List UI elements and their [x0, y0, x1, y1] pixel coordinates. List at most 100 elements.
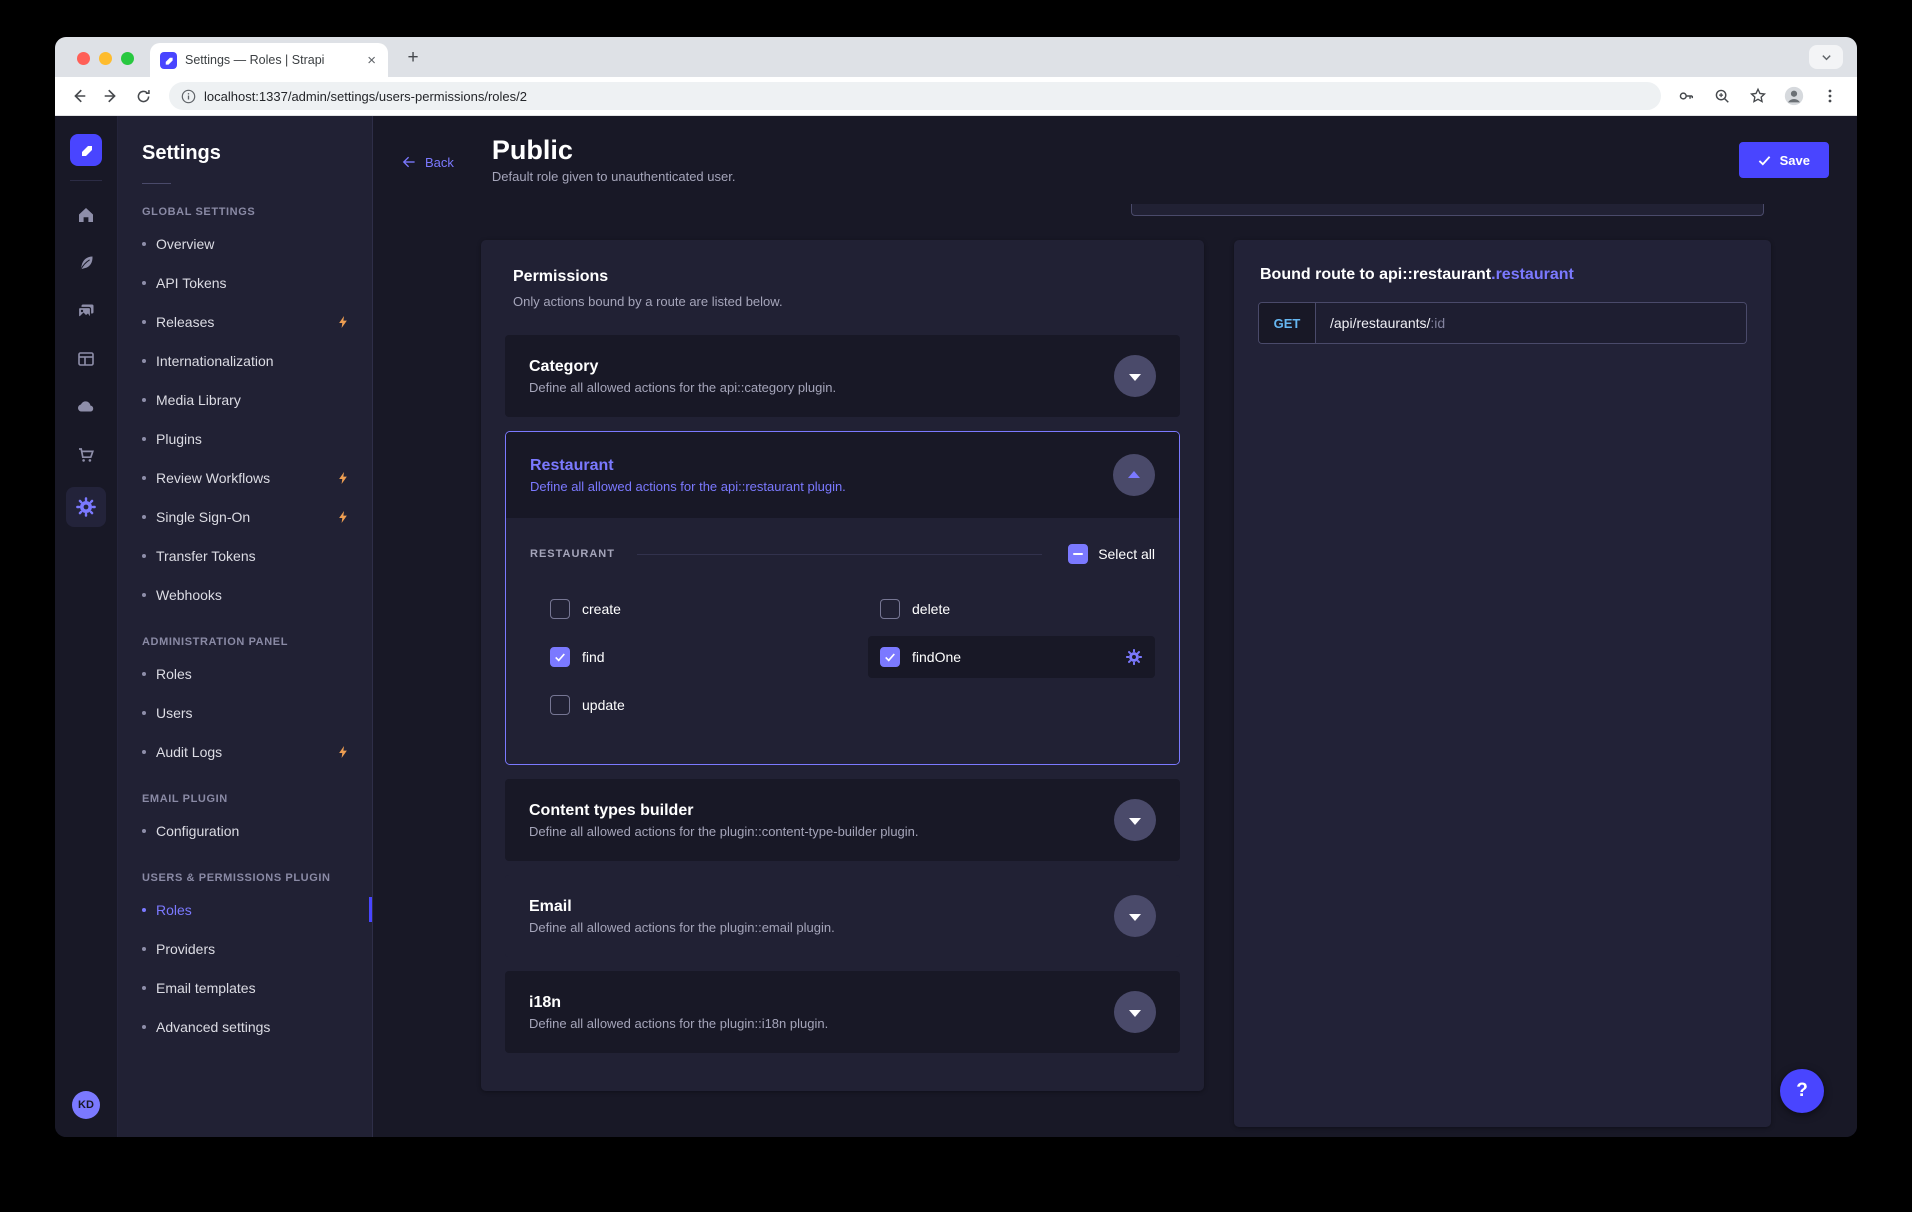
bullet-icon	[142, 672, 146, 676]
back-link[interactable]: Back	[401, 154, 454, 170]
findone-settings-gear-icon[interactable]	[1125, 648, 1143, 666]
strapi-logo[interactable]	[70, 134, 102, 166]
sidebar-item-transfer-tokens[interactable]: Transfer Tokens	[118, 536, 372, 575]
zoom-page-icon[interactable]	[1709, 82, 1735, 110]
browser-tab[interactable]: Settings — Roles | Strapi ×	[150, 43, 388, 77]
accordion-restaurant: Restaurant Define all allowed actions fo…	[505, 431, 1180, 765]
lightning-icon	[336, 745, 350, 759]
chevron-down-icon[interactable]	[1114, 895, 1156, 937]
http-method-badge: GET	[1259, 303, 1316, 343]
close-window-button[interactable]	[77, 52, 90, 65]
bullet-icon	[142, 515, 146, 519]
page-title: Public	[492, 136, 736, 166]
tab-title: Settings — Roles | Strapi	[185, 53, 357, 67]
browser-menu-icon[interactable]	[1817, 82, 1843, 110]
page-header: Back Public Default role given to unauth…	[373, 116, 1857, 204]
sidebar-item-internationalization[interactable]: Internationalization	[118, 341, 372, 380]
accordion-i18n-header[interactable]: i18n Define all allowed actions for the …	[505, 971, 1180, 1053]
permission-delete[interactable]: delete	[868, 588, 1155, 630]
find-checkbox[interactable]	[550, 647, 570, 667]
chevron-up-icon[interactable]	[1113, 454, 1155, 496]
strapi-favicon-icon	[160, 52, 177, 69]
sidebar-item-overview[interactable]: Overview	[118, 224, 372, 263]
back-nav-icon[interactable]	[65, 82, 93, 110]
sidebar-item-plugins[interactable]: Plugins	[118, 419, 372, 458]
chevron-down-icon[interactable]	[1114, 799, 1156, 841]
bullet-icon	[142, 320, 146, 324]
reload-icon[interactable]	[129, 82, 157, 110]
sidebar-item-configuration[interactable]: Configuration	[118, 811, 372, 850]
content-manager-feather-icon[interactable]	[66, 239, 106, 287]
sidebar-item-releases[interactable]: Releases	[118, 302, 372, 341]
select-all-control[interactable]: Select all	[1068, 544, 1155, 564]
tab-strip: Settings — Roles | Strapi × +	[55, 37, 1857, 77]
sidebar-item-admin-users[interactable]: Users	[118, 693, 372, 732]
bullet-icon	[142, 398, 146, 402]
select-all-checkbox[interactable]	[1068, 544, 1088, 564]
marketplace-cart-icon[interactable]	[66, 431, 106, 479]
sidebar-item-advanced-settings[interactable]: Advanced settings	[118, 1007, 372, 1046]
forward-nav-icon[interactable]	[97, 82, 125, 110]
window-controls[interactable]	[77, 52, 134, 65]
sidebar-item-review-workflows[interactable]: Review Workflows	[118, 458, 372, 497]
create-checkbox[interactable]	[550, 599, 570, 619]
section-label-email-plugin: EMAIL PLUGIN	[142, 793, 348, 805]
sidebar-item-webhooks[interactable]: Webhooks	[118, 575, 372, 614]
bullet-icon	[142, 359, 146, 363]
browser-toolbar: localhost:1337/admin/settings/users-perm…	[55, 77, 1857, 116]
password-key-icon[interactable]	[1673, 82, 1699, 110]
sidebar-item-single-sign-on[interactable]: Single Sign-On	[118, 497, 372, 536]
settings-subnav: Settings GLOBAL SETTINGS Overview API To…	[118, 116, 373, 1137]
save-button[interactable]: Save	[1739, 142, 1829, 178]
chevron-down-icon[interactable]	[1114, 355, 1156, 397]
chevron-down-icon[interactable]	[1114, 991, 1156, 1033]
cloud-deploy-icon[interactable]	[66, 383, 106, 431]
accordion-ctb-header[interactable]: Content types builder Define all allowed…	[505, 779, 1180, 861]
bullet-icon	[142, 750, 146, 754]
help-button[interactable]: ?	[1780, 1069, 1824, 1113]
site-info-icon[interactable]	[181, 89, 196, 104]
delete-checkbox[interactable]	[880, 599, 900, 619]
tab-close-icon[interactable]: ×	[365, 53, 378, 68]
minimize-window-button[interactable]	[99, 52, 112, 65]
user-avatar[interactable]: KD	[72, 1091, 100, 1119]
findone-checkbox[interactable]	[880, 647, 900, 667]
accordion-content-types-builder: Content types builder Define all allowed…	[505, 779, 1180, 861]
url-text[interactable]: localhost:1337/admin/settings/users-perm…	[204, 89, 527, 104]
new-tab-button[interactable]: +	[400, 45, 426, 71]
section-divider	[637, 554, 1042, 555]
accordion-category-header[interactable]: Category Define all allowed actions for …	[505, 335, 1180, 417]
settings-gear-icon[interactable]	[66, 487, 106, 527]
main-nav-rail: KD	[55, 116, 118, 1137]
permission-update[interactable]: update	[538, 684, 868, 726]
sidebar-item-providers[interactable]: Providers	[118, 929, 372, 968]
sidebar-item-api-tokens[interactable]: API Tokens	[118, 263, 372, 302]
accordion-email-header[interactable]: Email Define all allowed actions for the…	[505, 875, 1180, 957]
accordion-category: Category Define all allowed actions for …	[505, 335, 1180, 417]
zoom-window-button[interactable]	[121, 52, 134, 65]
content-type-builder-icon[interactable]	[66, 335, 106, 383]
sidebar-item-audit-logs[interactable]: Audit Logs	[118, 732, 372, 771]
section-label-administration-panel: ADMINISTRATION PANEL	[142, 636, 348, 648]
update-checkbox[interactable]	[550, 695, 570, 715]
tab-search-chevron-icon[interactable]	[1809, 45, 1843, 69]
bullet-icon	[142, 711, 146, 715]
home-icon[interactable]	[66, 191, 106, 239]
browser-profile-avatar[interactable]	[1781, 82, 1807, 110]
lightning-icon	[336, 315, 350, 329]
bullet-icon	[142, 281, 146, 285]
permission-findone[interactable]: findOne	[868, 636, 1155, 678]
sidebar-item-admin-roles[interactable]: Roles	[118, 654, 372, 693]
permission-create[interactable]: create	[538, 588, 868, 630]
url-bar[interactable]: localhost:1337/admin/settings/users-perm…	[169, 82, 1661, 110]
bullet-icon	[142, 986, 146, 990]
accordion-restaurant-header[interactable]: Restaurant Define all allowed actions fo…	[506, 432, 1179, 518]
accordion-i18n: i18n Define all allowed actions for the …	[505, 971, 1180, 1053]
bullet-icon	[142, 437, 146, 441]
permission-find[interactable]: find	[538, 636, 868, 678]
sidebar-item-email-templates[interactable]: Email templates	[118, 968, 372, 1007]
sidebar-item-media-library[interactable]: Media Library	[118, 380, 372, 419]
bookmark-star-icon[interactable]	[1745, 82, 1771, 110]
sidebar-item-up-roles[interactable]: Roles	[118, 890, 372, 929]
media-library-icon[interactable]	[66, 287, 106, 335]
